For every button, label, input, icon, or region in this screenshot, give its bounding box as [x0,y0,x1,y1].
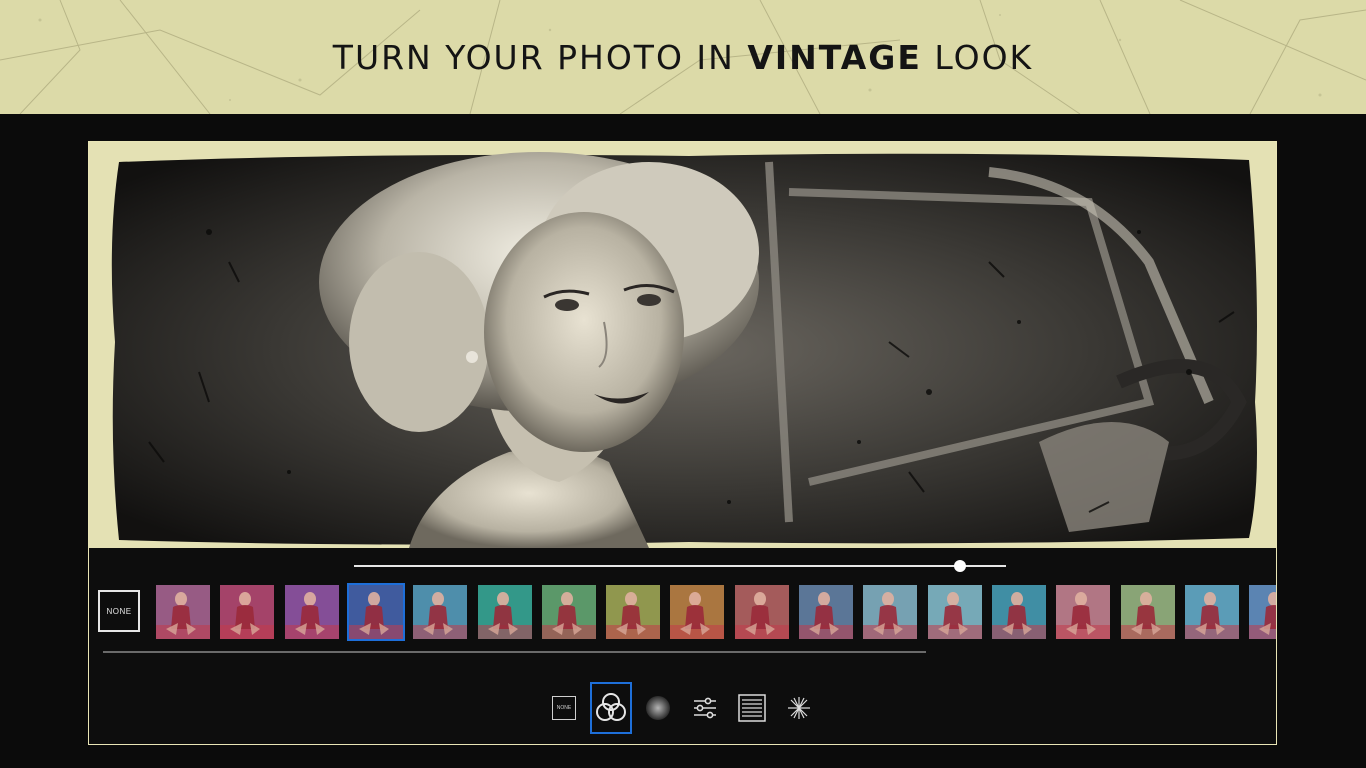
filter-preview-image [349,585,403,639]
light-leak-tool-button[interactable] [778,682,820,734]
vignette-tool-button[interactable] [637,682,679,734]
filter-preview-image [992,585,1046,639]
banner-title-prefix: TURN YOUR PHOTO IN [332,38,748,77]
filter-thumbnail[interactable] [1249,585,1276,639]
banner-title: TURN YOUR PHOTO IN VINTAGE LOOK [0,38,1366,77]
editor-window: NONE NONE [88,141,1277,745]
filter-thumbnail[interactable] [1185,585,1239,639]
banner-title-suffix: LOOK [921,38,1034,77]
filter-thumbnail[interactable] [347,583,405,641]
filter-thumbnail[interactable] [863,585,917,639]
filter-preview-image [1249,585,1276,639]
filter-thumbnail[interactable] [1121,585,1175,639]
photo-preview [89,142,1276,548]
promo-banner: TURN YOUR PHOTO IN VINTAGE LOOK [0,0,1366,114]
texture-icon [738,694,766,722]
filter-strip [156,583,1276,641]
filter-none-label: NONE [106,606,132,616]
filter-preview-image [799,585,853,639]
adjust-tool-button[interactable] [684,682,726,734]
filter-thumbnail[interactable] [478,585,532,639]
sparkle-icon [788,697,810,719]
none-tool-button[interactable]: NONE [543,682,585,734]
texture-tool-button[interactable] [731,682,773,734]
filter-none-button[interactable]: NONE [98,590,140,632]
filter-preview-image [156,585,210,639]
none-tool-icon: NONE [552,696,576,720]
filter-thumbnail[interactable] [735,585,789,639]
filter-preview-image [863,585,917,639]
intensity-slider-thumb[interactable] [954,560,966,572]
filter-strip-scrollbar[interactable] [103,651,926,653]
intensity-slider-track[interactable] [354,565,1006,567]
filter-preview-image [1056,585,1110,639]
filters-tool-button[interactable] [590,682,632,734]
filter-thumbnail[interactable] [606,585,660,639]
filter-preview-image [606,585,660,639]
filter-preview-image [1121,585,1175,639]
filter-thumbnail[interactable] [542,585,596,639]
sliders-icon [694,697,716,719]
filter-thumbnail[interactable] [992,585,1046,639]
filter-preview-image [413,585,467,639]
filter-thumbnail[interactable] [670,585,724,639]
filter-thumbnail[interactable] [156,585,210,639]
filter-thumbnail[interactable] [1056,585,1110,639]
banner-title-strong: VINTAGE [747,38,922,77]
filter-thumbnail[interactable] [285,585,339,639]
filters-icon [596,693,626,721]
vignette-icon [646,696,670,720]
filter-thumbnail[interactable] [413,585,467,639]
vintage-photo [111,152,1257,548]
filter-thumbnail[interactable] [220,585,274,639]
filter-preview-image [285,585,339,639]
filter-preview-image [220,585,274,639]
filter-preview-image [928,585,982,639]
filter-thumbnail[interactable] [928,585,982,639]
filter-preview-image [1185,585,1239,639]
filter-preview-image [478,585,532,639]
filter-preview-image [670,585,724,639]
filter-preview-image [735,585,789,639]
filter-thumbnail[interactable] [799,585,853,639]
none-tool-label: NONE [556,705,572,711]
filter-preview-image [542,585,596,639]
